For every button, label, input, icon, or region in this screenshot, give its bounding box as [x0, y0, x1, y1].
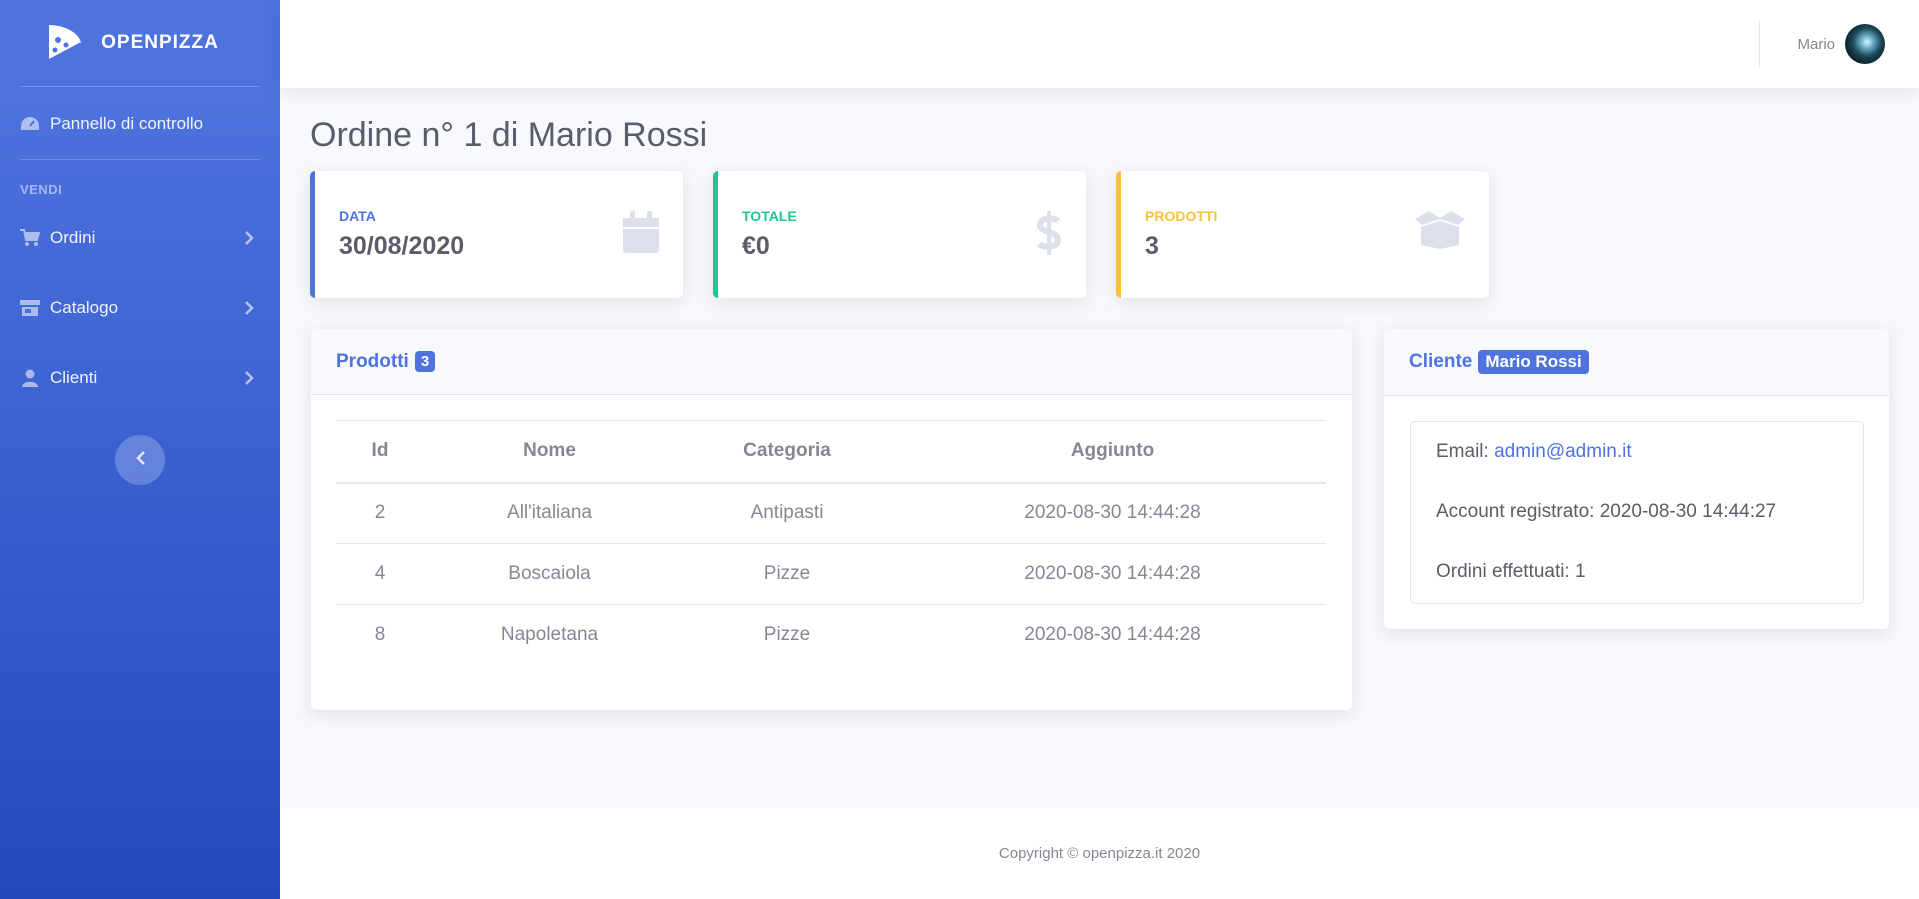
column-header-categoria[interactable]: Categoria	[675, 420, 899, 484]
cell-id: 4	[336, 543, 424, 605]
table-row[interactable]: 8 Napoletana Pizze 2020-08-30 14:44:28	[336, 605, 1326, 666]
cell-id: 8	[374, 624, 386, 646]
sidebar-item-label: Ordini	[50, 228, 96, 247]
sidebar-item-clienti[interactable]: Clienti	[0, 343, 280, 413]
sidebar-item-catalogo[interactable]: Catalogo	[0, 273, 280, 343]
shopping-cart-icon	[20, 228, 40, 248]
table-row[interactable]: 2 All'italiana Antipasti 2020-08-30 14:4…	[336, 482, 1326, 544]
footer-copyright: Copyright © openpizza.it 2020	[998, 845, 1201, 862]
email-label: Email:	[1436, 441, 1489, 462]
pizza-slice-icon	[41, 22, 83, 64]
chevron-right-icon	[245, 370, 254, 390]
stat-value: €0	[742, 232, 770, 260]
customer-name-badge: Mario Rossi	[1478, 350, 1589, 374]
sidebar-item-dashboard[interactable]: Pannello di controllo	[0, 89, 280, 159]
stat-value: 30/08/2020	[339, 232, 465, 260]
customer-email-link[interactable]: admin@admin.it	[1494, 441, 1632, 462]
cell-nome: Boscaiola	[424, 543, 675, 605]
cell-categoria: Pizze	[763, 624, 811, 646]
chevron-right-icon	[245, 230, 254, 250]
stat-accent-bar	[310, 171, 315, 298]
sidebar-item-label: Clienti	[50, 368, 98, 387]
page-title: Ordine n° 1 di Mario Rossi	[310, 116, 708, 154]
stat-label: TOTALE	[742, 208, 797, 224]
stat-card-prodotti: PRODOTTI 3	[1116, 171, 1489, 298]
cell-categoria: Antipasti	[675, 482, 899, 544]
products-count-badge: 3	[414, 351, 436, 372]
customer-card-header: Cliente Mario Rossi	[1384, 329, 1889, 396]
customer-email-line: Email: admin@admin.it	[1436, 440, 1838, 500]
sidebar-divider	[20, 86, 260, 87]
brand-name: OPENPIZZA	[101, 32, 219, 53]
user-icon	[20, 368, 40, 388]
products-card-title: Prodotti	[336, 350, 409, 372]
avatar	[1845, 24, 1885, 64]
sidebar-heading: VENDI	[20, 182, 63, 197]
stat-card-totale: TOTALE €0	[713, 171, 1086, 298]
stat-accent-bar	[1116, 171, 1121, 298]
table-header-row: Id Nome Categoria Aggiunto	[336, 420, 1326, 484]
box-open-icon	[1415, 211, 1465, 254]
column-header-id[interactable]: Id	[336, 420, 424, 484]
sidebar-item-ordini[interactable]: Ordini	[0, 203, 280, 273]
table-row[interactable]: 4 Boscaiola Pizze 2020-08-30 14:44:28	[336, 543, 1326, 605]
cell-categoria: Pizze	[675, 543, 899, 605]
customer-info-box: Email: admin@admin.it Account registrato…	[1410, 421, 1864, 604]
sidebar-item-label: Catalogo	[50, 298, 119, 317]
customer-card: Cliente Mario Rossi Email: admin@admin.i…	[1384, 329, 1889, 629]
stat-label: DATA	[339, 208, 376, 224]
column-header-nome[interactable]: Nome	[424, 420, 675, 484]
chevron-left-icon	[135, 450, 145, 470]
user-name: Mario	[1797, 35, 1835, 53]
brand[interactable]: OPENPIZZA	[0, 0, 280, 86]
products-card: Prodotti 3 Id Nome Categoria Aggiunto 2 …	[311, 329, 1352, 710]
cell-aggiunto: 2020-08-30 14:44:28	[1024, 624, 1201, 646]
products-card-header: Prodotti 3	[311, 329, 1352, 395]
customer-registered-line: Account registrato: 2020-08-30 14:44:27	[1436, 501, 1777, 522]
customer-orders-line: Ordini effettuati: 1	[1436, 561, 1586, 582]
stat-value: 3	[1145, 232, 1159, 260]
cell-id: 2	[336, 482, 424, 544]
chevron-right-icon	[245, 300, 254, 320]
topbar-divider	[1759, 20, 1760, 68]
user-menu[interactable]: Mario	[1797, 24, 1885, 64]
footer: Copyright © openpizza.it 2020	[280, 808, 1919, 899]
dollar-icon	[1036, 211, 1062, 260]
stat-card-data: DATA 30/08/2020	[310, 171, 683, 298]
customer-card-title: Cliente	[1409, 351, 1473, 372]
cell-aggiunto: 2020-08-30 14:44:28	[899, 543, 1326, 605]
stat-label: PRODOTTI	[1145, 208, 1218, 224]
cell-nome: Napoletana	[500, 624, 599, 646]
cell-nome: All'italiana	[424, 482, 675, 544]
sidebar-toggle-button[interactable]	[115, 435, 165, 485]
cell-aggiunto: 2020-08-30 14:44:28	[899, 482, 1326, 544]
sidebar: OPENPIZZA Pannello di controllo VENDI Or…	[0, 0, 280, 899]
topbar: Mario	[280, 0, 1919, 88]
tachometer-icon	[20, 114, 40, 134]
calendar-icon	[623, 211, 659, 258]
products-table: Id Nome Categoria Aggiunto 2 All'italian…	[336, 420, 1326, 666]
stat-accent-bar	[713, 171, 718, 298]
sidebar-item-label: Pannello di controllo	[50, 114, 204, 133]
store-icon	[20, 298, 40, 318]
column-header-aggiunto[interactable]: Aggiunto	[899, 420, 1326, 484]
